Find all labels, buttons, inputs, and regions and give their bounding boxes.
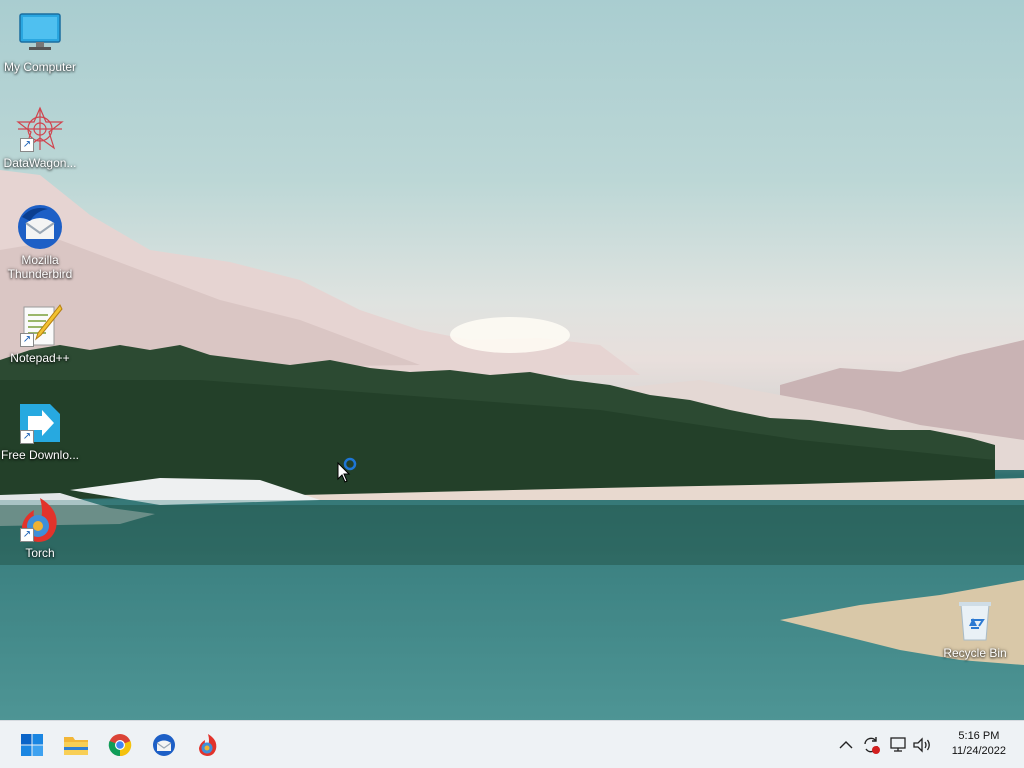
desktop-icon-datawagon[interactable]: ↗ DataWagon... — [0, 106, 80, 170]
show-hidden-icons-button[interactable] — [836, 729, 856, 761]
desktop-icon-free-download-manager[interactable]: ↗ Free Downlo... — [0, 398, 80, 462]
desktop-icon-label: Torch — [25, 546, 55, 560]
thunderbird-icon — [16, 203, 64, 251]
notepad-plus-plus-icon: ↗ — [16, 301, 64, 349]
datawagon-icon: ↗ — [16, 106, 64, 154]
desktop-icon-torch[interactable]: ↗ Torch — [0, 496, 80, 560]
taskbar-chrome-button[interactable] — [104, 729, 136, 761]
clock-date: 11/24/2022 — [951, 745, 1006, 757]
folder-icon — [64, 737, 88, 755]
desktop-icon-label: DataWagon... — [3, 156, 77, 170]
tray-network-button[interactable] — [886, 729, 910, 761]
taskbar-torch-button[interactable] — [192, 729, 224, 761]
thunderbird-icon — [153, 734, 175, 756]
taskbar-thunderbird-button[interactable] — [148, 729, 180, 761]
desktop-icon-label: My Computer — [3, 60, 77, 74]
desktop-wallpaper — [0, 0, 1024, 720]
shortcut-arrow-icon: ↗ — [20, 333, 34, 347]
sync-icon — [864, 737, 880, 754]
monitor-icon — [16, 10, 64, 58]
shortcut-arrow-icon: ↗ — [20, 138, 34, 152]
torch-browser-icon — [199, 734, 217, 756]
taskbar: 5:16 PM 11/24/2022 — [0, 720, 1024, 768]
windows-start-icon — [21, 734, 43, 756]
desktop-icon-label: Free Downlo... — [0, 448, 80, 462]
network-icon — [890, 737, 906, 752]
chevron-up-icon — [839, 741, 853, 749]
taskbar-file-explorer-button[interactable] — [60, 729, 92, 761]
free-download-manager-icon: ↗ — [16, 398, 64, 446]
clock-time: 5:16 PM — [958, 730, 1000, 742]
desktop-icon-label: Recycle Bin — [943, 646, 1007, 660]
torch-browser-icon: ↗ — [16, 496, 64, 544]
desktop-icon-my-computer[interactable]: My Computer — [0, 10, 80, 74]
chrome-icon — [108, 734, 132, 757]
desktop-icon-label: Mozilla Thunderbird — [7, 253, 73, 281]
tray-sync-button[interactable] — [860, 729, 882, 761]
desktop-icon-notepad-plus-plus[interactable]: ↗ Notepad++ — [0, 301, 80, 365]
volume-icon — [913, 737, 930, 753]
desktop-icon-thunderbird[interactable]: Mozilla Thunderbird — [0, 203, 80, 281]
shortcut-arrow-icon: ↗ — [20, 430, 34, 444]
start-button[interactable] — [16, 729, 48, 761]
mouse-cursor-busy — [337, 457, 365, 490]
recycle-bin-icon — [951, 596, 999, 644]
tray-volume-button[interactable] — [910, 729, 934, 761]
desktop-icon-recycle-bin[interactable]: Recycle Bin — [935, 596, 1015, 660]
desktop-icon-label: Notepad++ — [10, 351, 70, 365]
taskbar-clock[interactable]: 5:16 PM 11/24/2022 — [952, 729, 1006, 759]
shortcut-arrow-icon: ↗ — [20, 528, 34, 542]
